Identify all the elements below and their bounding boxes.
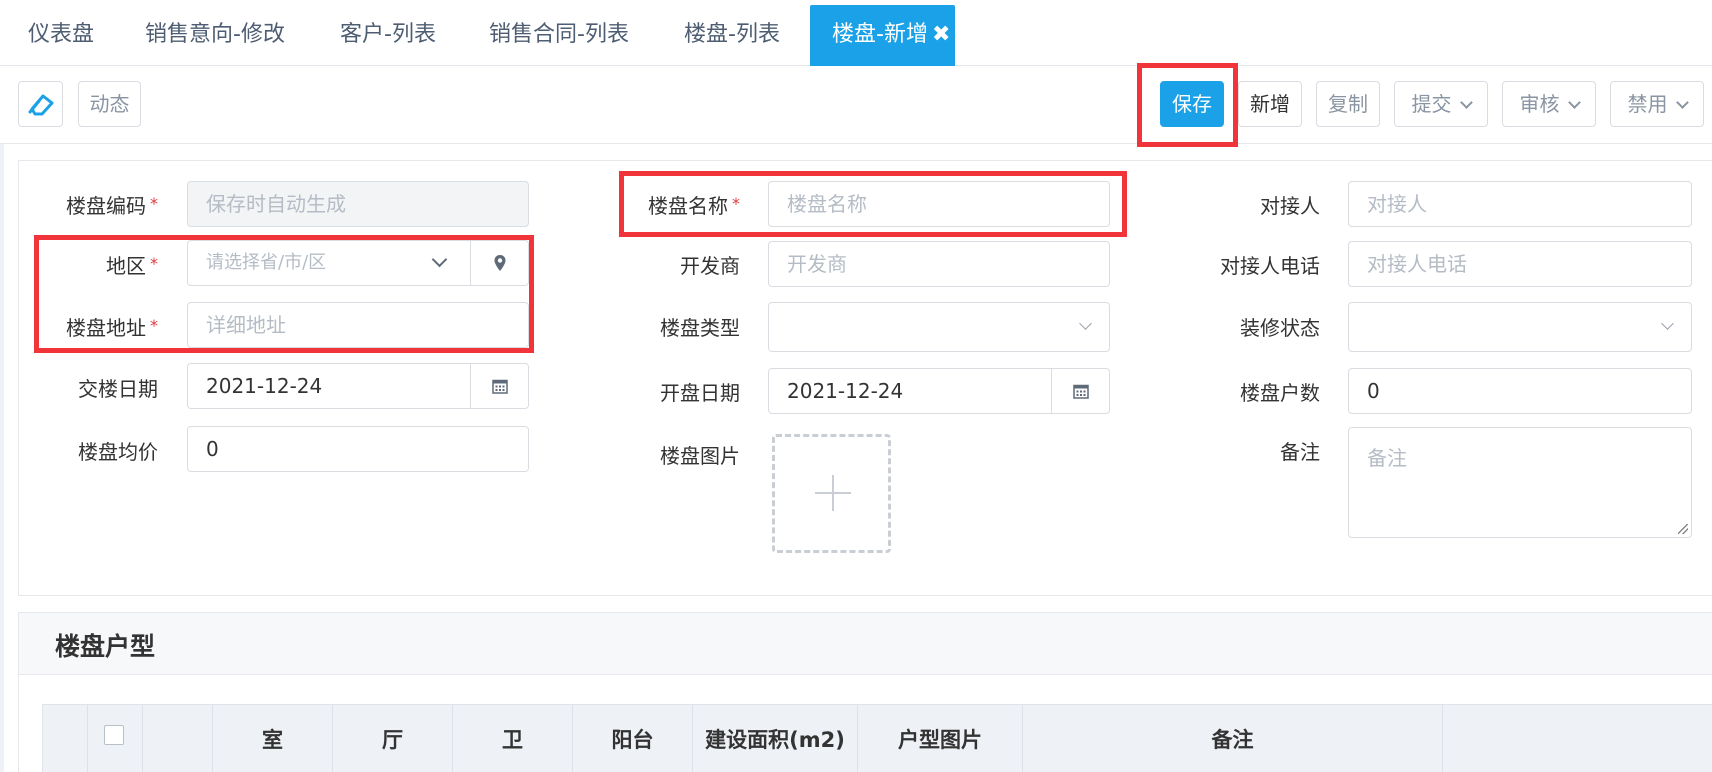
calendar-icon	[492, 379, 508, 394]
calendar-icon	[1073, 384, 1089, 399]
developer-input[interactable]: 开发商	[768, 241, 1110, 287]
tab-bar: 仪表盘 销售意向-修改 客户-列表 销售合同-列表 楼盘-列表 楼盘-新增 ✖	[0, 0, 1712, 66]
region-label-text: 地区	[106, 254, 146, 278]
open-date-input[interactable]: 2021-12-24	[768, 368, 1110, 414]
calendar-button[interactable]	[1051, 369, 1109, 413]
column-room[interactable]: 室	[213, 705, 333, 772]
submit-label: 提交	[1411, 92, 1452, 116]
column-remark[interactable]: 备注	[1023, 705, 1443, 772]
grid-action-column	[143, 705, 213, 772]
address-label: 楼盘地址 *	[58, 312, 158, 341]
column-area[interactable]: 建设面积(m2)	[693, 705, 858, 772]
resize-grip-icon[interactable]	[1678, 524, 1688, 534]
open-date-label: 开盘日期	[660, 381, 740, 405]
column-unit-image[interactable]: 户型图片	[858, 705, 1023, 772]
address-label-text: 楼盘地址	[66, 316, 146, 340]
close-icon[interactable]: ✖	[932, 5, 950, 65]
code-label-text: 楼盘编码	[66, 194, 146, 218]
audit-label: 审核	[1519, 92, 1560, 116]
disable-label: 禁用	[1627, 92, 1668, 116]
type-select[interactable]	[768, 302, 1110, 352]
tab-property-new[interactable]: 楼盘-新增 ✖	[810, 5, 955, 66]
save-button[interactable]: 保存	[1160, 81, 1224, 127]
unit-type-section-header: 楼盘户型	[19, 613, 1712, 675]
toolbar: 动态 保存 新增 复制 提交 审核 禁用	[0, 66, 1712, 144]
required-mark: *	[150, 254, 158, 273]
contact-phone-input[interactable]: 对接人电话	[1348, 241, 1692, 287]
open-date-value: 2021-12-24	[787, 379, 904, 403]
left-divider	[0, 144, 4, 772]
chevron-down-icon	[1567, 96, 1581, 109]
remark-placeholder: 备注	[1367, 446, 1407, 470]
required-mark: *	[150, 316, 158, 335]
contact-phone-label: 对接人电话	[1220, 254, 1320, 278]
region-select[interactable]: 请选择省/市/区	[187, 240, 529, 286]
address-input[interactable]: 详细地址	[187, 302, 529, 348]
chevron-down-icon	[1459, 96, 1473, 109]
households-input[interactable]: 0	[1348, 368, 1692, 414]
name-input[interactable]: 楼盘名称	[768, 181, 1110, 227]
eraser-button[interactable]	[18, 81, 63, 127]
chevron-down-icon	[1675, 96, 1689, 109]
name-label: 楼盘名称 *	[630, 190, 740, 219]
decoration-select[interactable]	[1348, 302, 1692, 352]
region-label: 地区 *	[58, 250, 158, 279]
avg-price-input[interactable]: 0	[187, 426, 529, 472]
required-mark: *	[732, 194, 740, 213]
eraser-icon	[28, 94, 53, 116]
households-label: 楼盘户数	[1240, 381, 1320, 405]
column-hall[interactable]: 厅	[333, 705, 453, 772]
map-pin-icon	[494, 255, 506, 271]
submit-dropdown[interactable]: 提交	[1394, 81, 1488, 127]
chevron-down-icon	[1079, 317, 1092, 330]
delivery-date-label: 交楼日期	[78, 377, 158, 401]
unit-type-grid-header: 室 厅 卫 阳台 建设面积(m2) 户型图片 备注	[42, 704, 1712, 772]
avg-price-label: 楼盘均价	[78, 440, 158, 464]
type-label: 楼盘类型	[660, 316, 740, 340]
grid-index-column	[43, 705, 88, 772]
remark-label: 备注	[1280, 440, 1320, 464]
tab-sales-contract-list[interactable]: 销售合同-列表	[485, 5, 633, 66]
image-label: 楼盘图片	[660, 444, 740, 468]
required-mark: *	[150, 194, 158, 213]
delivery-date-input[interactable]: 2021-12-24	[187, 363, 529, 409]
unit-type-section-title: 楼盘户型	[55, 632, 156, 661]
delivery-date-value: 2021-12-24	[206, 374, 323, 398]
decoration-label: 装修状态	[1240, 316, 1320, 340]
developer-label: 开发商	[680, 254, 740, 278]
audit-dropdown[interactable]: 审核	[1502, 81, 1596, 127]
location-button[interactable]	[470, 241, 528, 285]
grid-select-column	[88, 705, 143, 772]
column-bath[interactable]: 卫	[453, 705, 573, 772]
copy-button[interactable]: 复制	[1316, 81, 1380, 127]
code-label: 楼盘编码 *	[58, 190, 158, 219]
dynamic-button[interactable]: 动态	[78, 81, 141, 127]
region-placeholder: 请选择省/市/区	[206, 252, 327, 273]
tab-sales-intent-edit[interactable]: 销售意向-修改	[141, 5, 289, 66]
tab-property-new-label: 楼盘-新增	[832, 22, 928, 47]
name-label-text: 楼盘名称	[648, 194, 728, 218]
tab-property-list[interactable]: 楼盘-列表	[680, 5, 784, 66]
image-upload[interactable]	[772, 434, 891, 553]
tab-customer-list[interactable]: 客户-列表	[336, 5, 440, 66]
code-input: 保存时自动生成	[187, 181, 529, 227]
column-balcony[interactable]: 阳台	[573, 705, 693, 772]
select-all-checkbox[interactable]	[104, 725, 124, 745]
plus-icon	[832, 475, 834, 511]
remark-textarea[interactable]: 备注	[1348, 427, 1692, 538]
tab-dashboard[interactable]: 仪表盘	[24, 5, 98, 66]
chevron-down-icon	[1661, 317, 1674, 330]
new-button[interactable]: 新增	[1238, 81, 1302, 127]
contact-input[interactable]: 对接人	[1348, 181, 1692, 227]
chevron-down-icon	[431, 251, 448, 268]
calendar-button[interactable]	[470, 364, 528, 408]
contact-label: 对接人	[1260, 194, 1320, 218]
disable-dropdown[interactable]: 禁用	[1610, 81, 1704, 127]
